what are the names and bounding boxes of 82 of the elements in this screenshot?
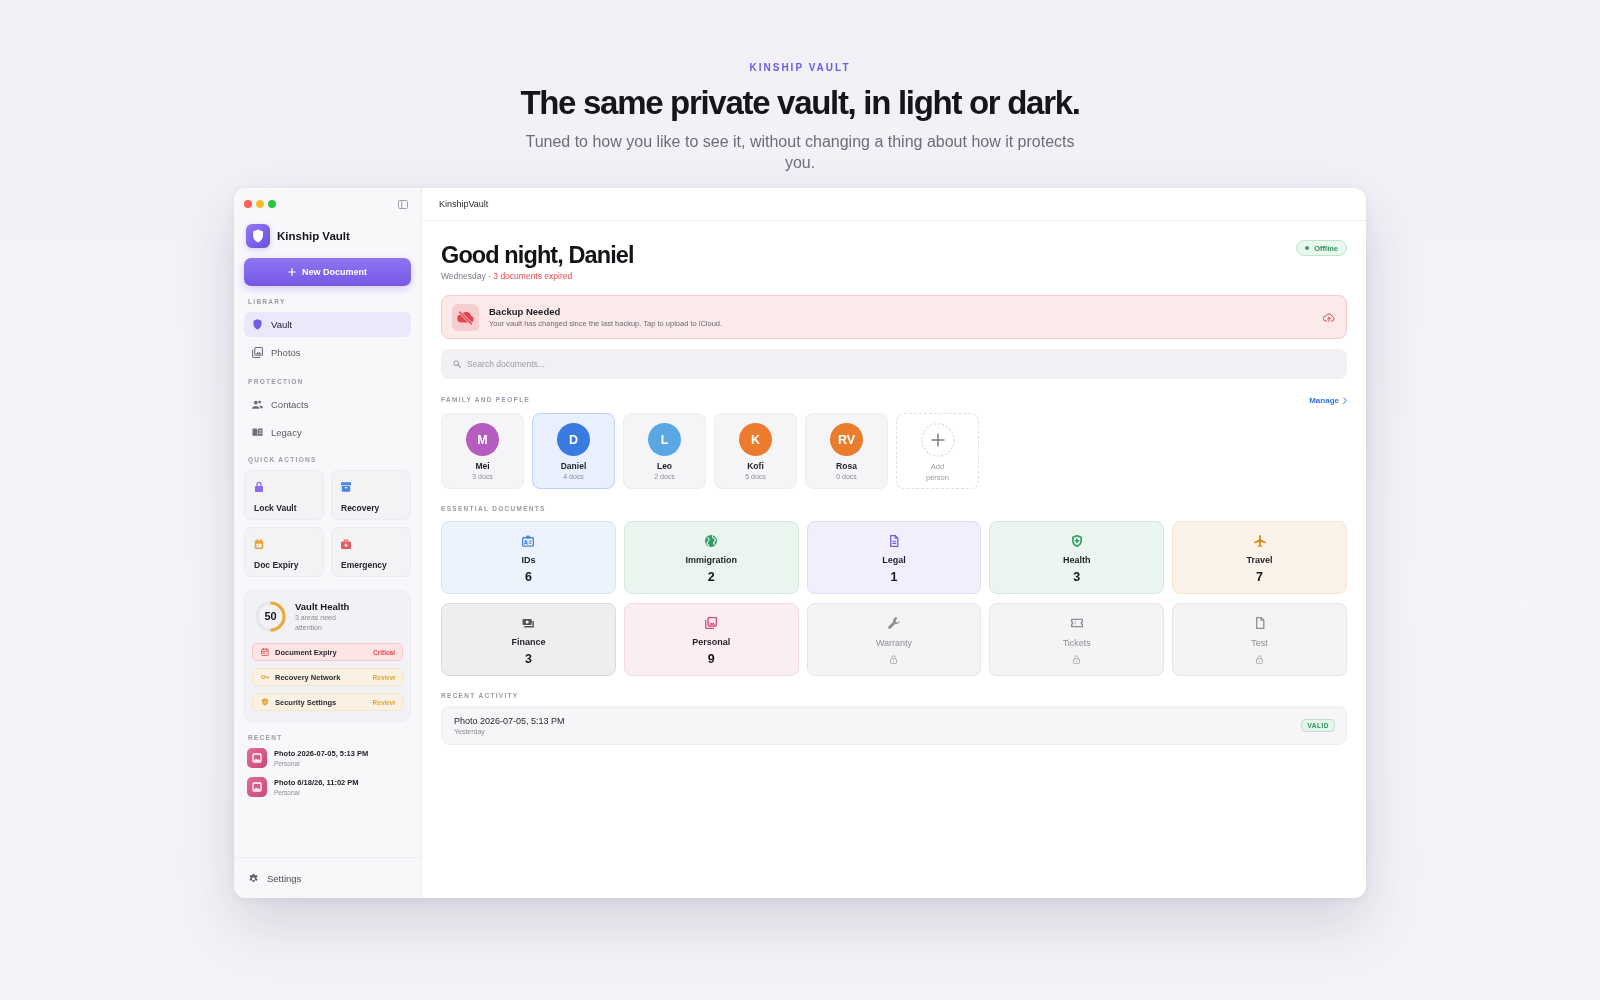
greeting: Good night, Daniel	[441, 241, 634, 270]
category-name: Warranty	[875, 637, 913, 649]
sidebar-toggle-icon[interactable]	[398, 199, 408, 209]
settings-button[interactable]: Settings	[248, 868, 302, 888]
minimize-window-button[interactable]	[256, 200, 264, 208]
shield-icon	[252, 319, 263, 330]
nav-item[interactable]: Photos	[244, 340, 411, 365]
lock-icon	[890, 655, 898, 664]
document-category-tile[interactable]: Personal 9	[623, 603, 799, 676]
quick-action-tile[interactable]: Lock Vault	[244, 470, 324, 520]
nav-item[interactable]: Vault	[244, 312, 411, 337]
category-name: Legal	[882, 554, 906, 566]
activity-title: Photo 2026-07-05, 5:13 PM	[454, 715, 565, 727]
plus-circle-icon	[920, 423, 955, 457]
shield-logo-icon	[246, 224, 270, 248]
category-name: Tickets	[1062, 637, 1091, 649]
document-category-tile[interactable]: Immigration 2	[623, 521, 799, 594]
person-avatar: K	[739, 423, 772, 456]
category-name: Finance	[511, 636, 546, 648]
status-dot-icon	[1305, 246, 1310, 250]
nav-item[interactable]: Legacy	[244, 420, 411, 445]
document-category-tile[interactable]: Legal 1	[806, 521, 982, 594]
lock-icon	[1256, 655, 1264, 664]
quick-action-tile[interactable]: Doc Expiry	[244, 527, 324, 577]
calendar-icon	[261, 648, 269, 656]
zoom-window-button[interactable]	[268, 200, 276, 208]
key-icon	[261, 673, 269, 681]
lock-icon	[1073, 655, 1081, 664]
person-name: Kofi	[747, 461, 764, 472]
quick-action-tile[interactable]: Emergency	[331, 527, 411, 577]
person-avatar: L	[648, 423, 681, 456]
open-book-icon	[252, 427, 263, 438]
document-category-tile[interactable]: Health 3	[989, 521, 1165, 594]
photo-icon	[247, 777, 267, 797]
quick-action-tile[interactable]: Recovery	[331, 470, 411, 520]
person-name: Mei	[475, 461, 490, 472]
nav-item[interactable]: Contacts	[244, 392, 411, 417]
person-name: Leo	[656, 461, 673, 472]
person-avatar: RV	[830, 423, 863, 456]
health-title: Vault Health	[295, 601, 351, 613]
manage-link[interactable]: Manage	[1309, 395, 1347, 405]
document-count: 2	[707, 569, 715, 585]
document-count: 7	[1256, 569, 1264, 585]
document-count: 3	[524, 651, 532, 667]
banner-title: Backup Needed	[489, 306, 562, 317]
category-name: Test	[1251, 637, 1268, 649]
page-subtitle: Tuned to how you like to see it, without changing a thing about how it protects you.	[524, 132, 1076, 173]
person-avatar: M	[466, 423, 499, 456]
document-count: 6	[524, 569, 532, 585]
category-name: Personal	[692, 636, 731, 648]
photo-icon	[247, 748, 267, 768]
shield-icon	[261, 698, 269, 706]
health-score: 50	[263, 610, 278, 623]
people-icon	[252, 399, 263, 410]
category-name: Travel	[1246, 554, 1273, 566]
cloud-upload-icon[interactable]	[1323, 312, 1335, 322]
image-stack-icon	[252, 347, 263, 358]
new-document-button[interactable]: New Document	[244, 258, 411, 286]
person-avatar: D	[557, 423, 590, 456]
document-count: 3	[1073, 569, 1081, 585]
document-category-tile[interactable]: Finance 3	[441, 603, 616, 676]
category-name: IDs	[521, 554, 536, 566]
cloud-off-icon	[452, 303, 479, 331]
close-window-button[interactable]	[244, 200, 252, 208]
category-name: Health	[1063, 554, 1091, 566]
eyebrow-label: KINSHIP VAULT	[749, 61, 851, 75]
search-icon	[453, 360, 461, 368]
document-count: 1	[890, 569, 898, 585]
plus-icon	[288, 268, 296, 276]
app-name: Kinship Vault	[277, 230, 350, 242]
person-name: Rosa	[836, 461, 857, 472]
page-title: The same private vault, in light or dark.	[520, 83, 1080, 123]
date-line: Wednesday · 3 documents expired	[441, 270, 574, 282]
person-name: Daniel	[560, 461, 587, 472]
settings-icon	[248, 872, 259, 884]
category-name: Immigration	[685, 554, 737, 566]
chevron-right-icon	[1343, 396, 1347, 404]
toolbar-title: KinshipVault	[439, 199, 489, 209]
search-field[interactable]: Search documents...	[441, 349, 1347, 379]
document-category-tile[interactable]: Travel 7	[1172, 521, 1347, 594]
document-count: 9	[707, 651, 715, 667]
document-category-tile[interactable]: IDs 6	[441, 521, 616, 594]
